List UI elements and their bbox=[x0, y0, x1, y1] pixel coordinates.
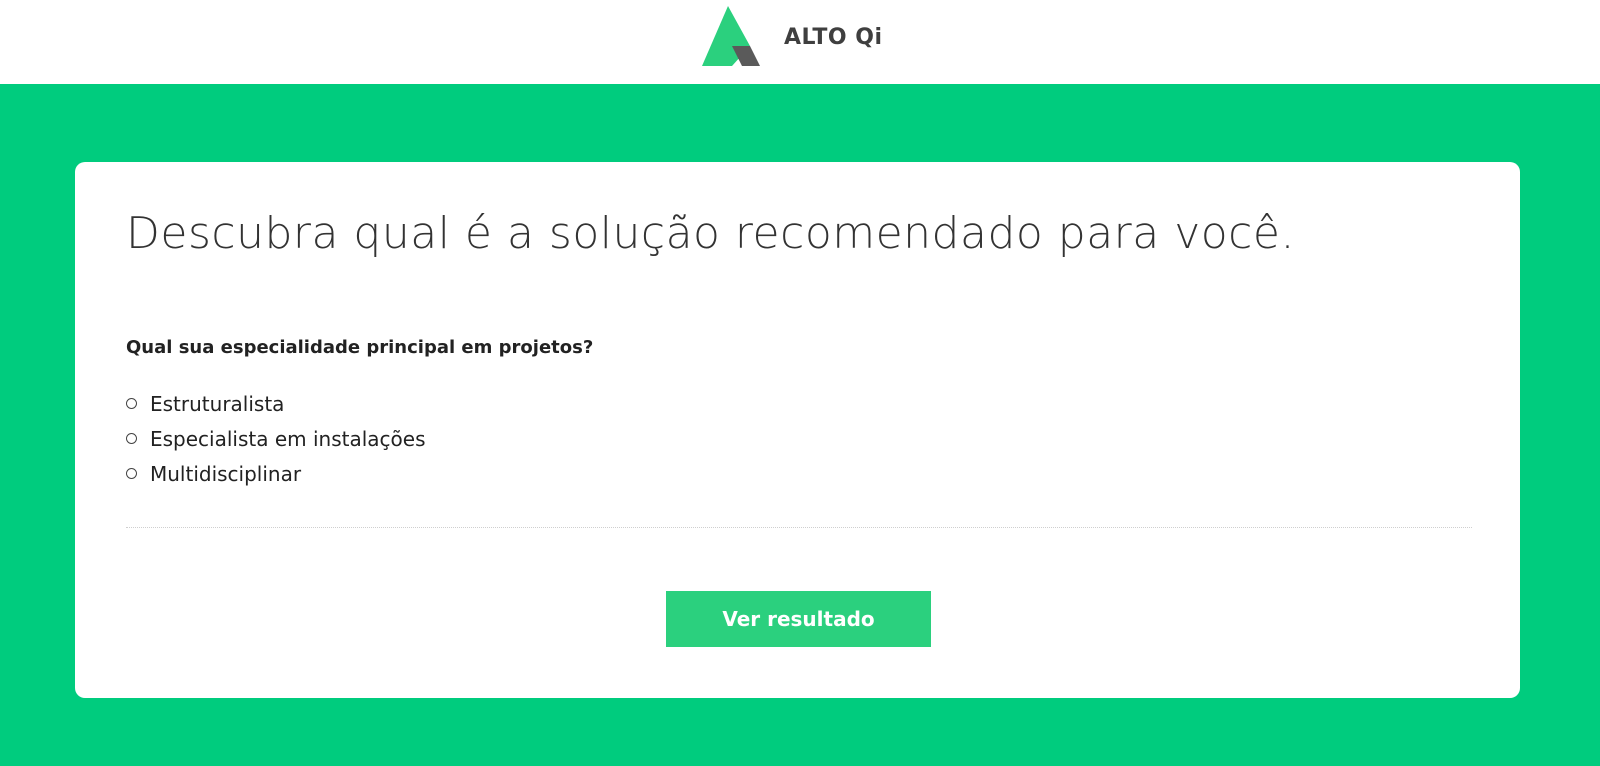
radio-button[interactable] bbox=[126, 468, 137, 479]
altoqi-logo-icon bbox=[702, 6, 760, 66]
top-header: ALTO Qi bbox=[0, 0, 1600, 84]
option-label: Especialista em instalações bbox=[150, 426, 426, 451]
option-especialista-instalacoes[interactable]: Especialista em instalações bbox=[126, 421, 426, 456]
option-label: Multidisciplinar bbox=[150, 461, 302, 486]
see-result-button[interactable]: Ver resultado bbox=[666, 591, 931, 647]
radio-button[interactable] bbox=[126, 433, 137, 444]
option-multidisciplinar[interactable]: Multidisciplinar bbox=[126, 456, 426, 491]
quiz-card: Descubra qual é a solução recomendado pa… bbox=[75, 162, 1520, 698]
options-list: Estruturalista Especialista em instalaçõ… bbox=[126, 386, 426, 491]
altoqi-logo[interactable]: ALTO Qi bbox=[702, 6, 902, 66]
divider bbox=[126, 527, 1472, 528]
page-title: Descubra qual é a solução recomendado pa… bbox=[126, 208, 1295, 259]
brand-name: ALTO Qi bbox=[784, 25, 883, 50]
option-label: Estruturalista bbox=[150, 391, 285, 416]
question-label: Qual sua especialidade principal em proj… bbox=[126, 337, 594, 358]
radio-button[interactable] bbox=[126, 398, 137, 409]
option-estruturalista[interactable]: Estruturalista bbox=[126, 386, 426, 421]
